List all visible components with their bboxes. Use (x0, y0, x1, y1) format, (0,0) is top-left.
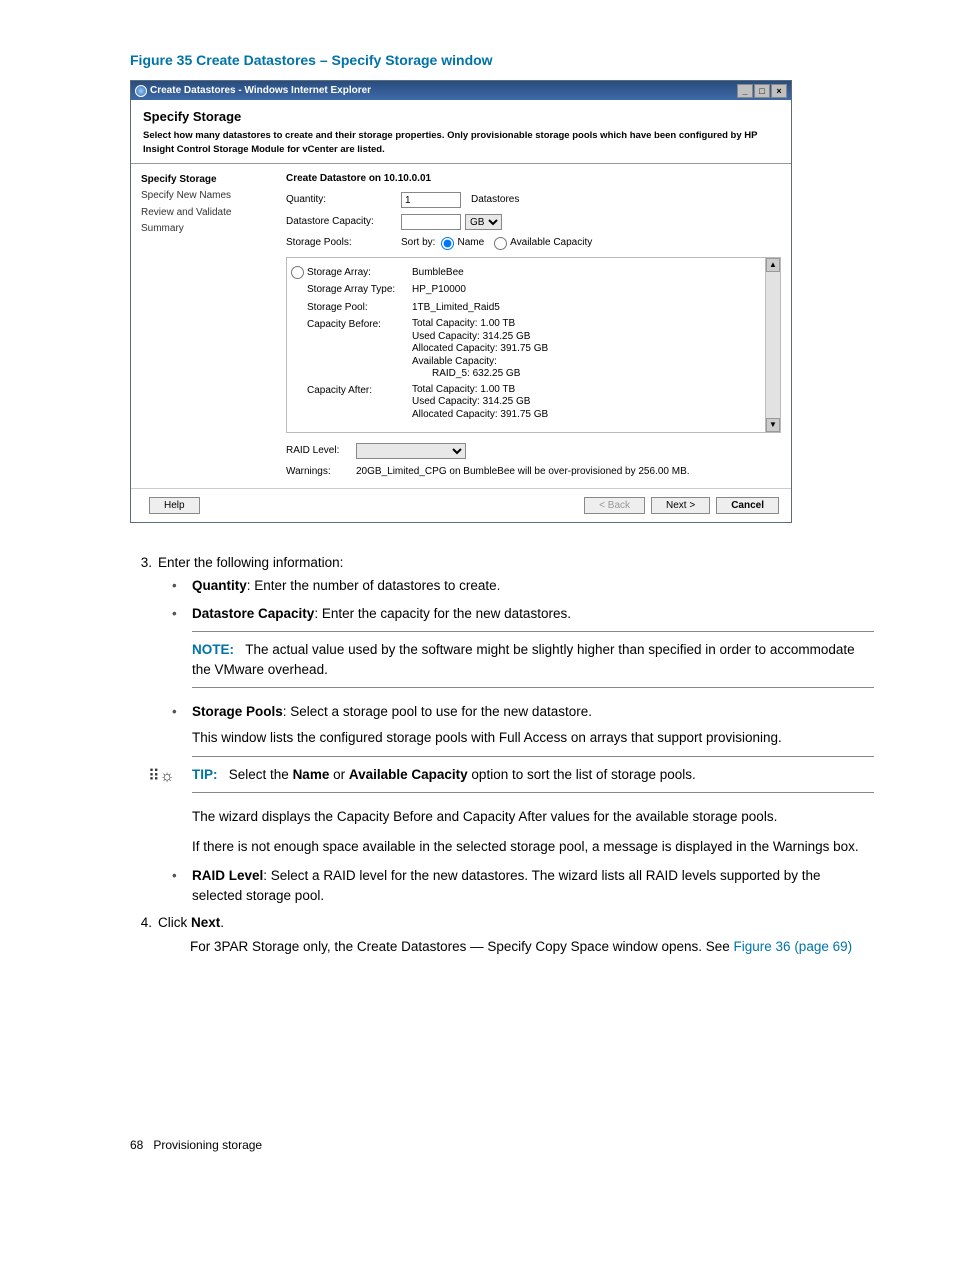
minimize-icon[interactable]: _ (737, 84, 753, 98)
pool-select-radio[interactable] (291, 266, 304, 279)
raid-label: RAID Level: (286, 444, 356, 459)
nav-specify-names[interactable]: Specify New Names (141, 188, 280, 205)
cancel-button[interactable]: Cancel (716, 497, 779, 514)
window-titlebar: Create Datastores - Windows Internet Exp… (131, 81, 791, 100)
close-icon[interactable]: × (771, 84, 787, 98)
nav-review[interactable]: Review and Validate (141, 205, 280, 222)
para-warnings: If there is not enough space available i… (192, 837, 874, 857)
scroll-down-icon[interactable]: ▼ (766, 418, 780, 432)
warnings-value: 20GB_Limited_CPG on BumbleBee will be ov… (356, 465, 690, 480)
storage-pool-panel: Storage Array:BumbleBee Storage Array Ty… (286, 257, 781, 434)
note-box: NOTE: The actual value used by the softw… (192, 631, 874, 688)
scroll-up-icon[interactable]: ▲ (766, 258, 780, 272)
scrollbar[interactable]: ▲ ▼ (765, 258, 780, 433)
pools-label: Storage Pools: (286, 236, 401, 251)
bullet-quantity: Quantity: Enter the number of datastores… (192, 576, 874, 596)
sort-name-radio[interactable] (441, 237, 454, 250)
dialog-heading: Specify Storage (143, 108, 779, 127)
maximize-icon[interactable]: □ (754, 84, 770, 98)
page-footer: 68 Provisioning storage (130, 1137, 874, 1154)
tip-box: ⠿☼ TIP: Select the Name or Available Cap… (192, 756, 874, 794)
capafter-label: Capacity After: (307, 384, 412, 422)
figure-caption: Figure 35 Create Datastores – Specify St… (130, 50, 874, 70)
help-button[interactable]: Help (149, 497, 200, 514)
nav-summary[interactable]: Summary (141, 221, 280, 238)
capbefore-value: Total Capacity: 1.00 TBUsed Capacity: 31… (412, 318, 772, 381)
storpool-label: Storage Pool: (307, 301, 412, 316)
wizard-nav: Specify Storage Specify New Names Review… (131, 164, 286, 488)
storarrtype-label: Storage Array Type: (307, 283, 412, 298)
warnings-label: Warnings: (286, 465, 356, 480)
bullet-capacity: Datastore Capacity: Enter the capacity f… (192, 604, 874, 624)
quantity-label: Quantity: (286, 193, 401, 208)
sort-name-label: Name (457, 236, 484, 251)
tip-lightbulb-icon: ⠿☼ (148, 765, 174, 788)
bullet-raid: RAID Level: Select a RAID level for the … (192, 866, 874, 905)
next-button[interactable]: Next > (651, 497, 710, 514)
storarr-value: BumbleBee (412, 266, 772, 281)
nav-specify-storage[interactable]: Specify Storage (141, 172, 280, 189)
figure-link[interactable]: Figure 36 (page 69) (734, 939, 853, 954)
storarr-label: Storage Array: (307, 266, 412, 281)
raid-select[interactable] (356, 443, 466, 459)
bullet-pools: Storage Pools: Select a storage pool to … (192, 702, 874, 747)
screenshot-window: Create Datastores - Windows Internet Exp… (130, 80, 792, 522)
para-capacity: The wizard displays the Capacity Before … (192, 807, 874, 827)
sort-avail-radio[interactable] (494, 237, 507, 250)
tip-label: TIP: (192, 767, 218, 782)
step-4-para: For 3PAR Storage only, the Create Datast… (190, 937, 874, 957)
back-button[interactable]: < Back (584, 497, 645, 514)
step-4: 4. Click Next. (158, 913, 874, 933)
sort-avail-label: Available Capacity (510, 236, 592, 251)
dialog-subheading: Select how many datastores to create and… (143, 129, 779, 157)
capafter-value: Total Capacity: 1.00 TBUsed Capacity: 31… (412, 384, 772, 422)
ie-globe-icon (135, 85, 147, 97)
storpool-value: 1TB_Limited_Raid5 (412, 301, 772, 316)
section-title: Create Datastore on 10.10.0.01 (286, 172, 781, 187)
storarrtype-value: HP_P10000 (412, 283, 772, 298)
note-label: NOTE: (192, 642, 234, 657)
capbefore-label: Capacity Before: (307, 318, 412, 381)
capacity-unit-select[interactable]: GB (465, 214, 502, 230)
step-3: 3. Enter the following information: (158, 553, 874, 573)
datastores-label: Datastores (471, 193, 519, 208)
window-title: Create Datastores - Windows Internet Exp… (150, 84, 371, 99)
capacity-label: Datastore Capacity: (286, 215, 401, 230)
sortby-label: Sort by: (401, 236, 435, 251)
capacity-input[interactable] (401, 214, 461, 230)
quantity-input[interactable] (401, 192, 461, 208)
